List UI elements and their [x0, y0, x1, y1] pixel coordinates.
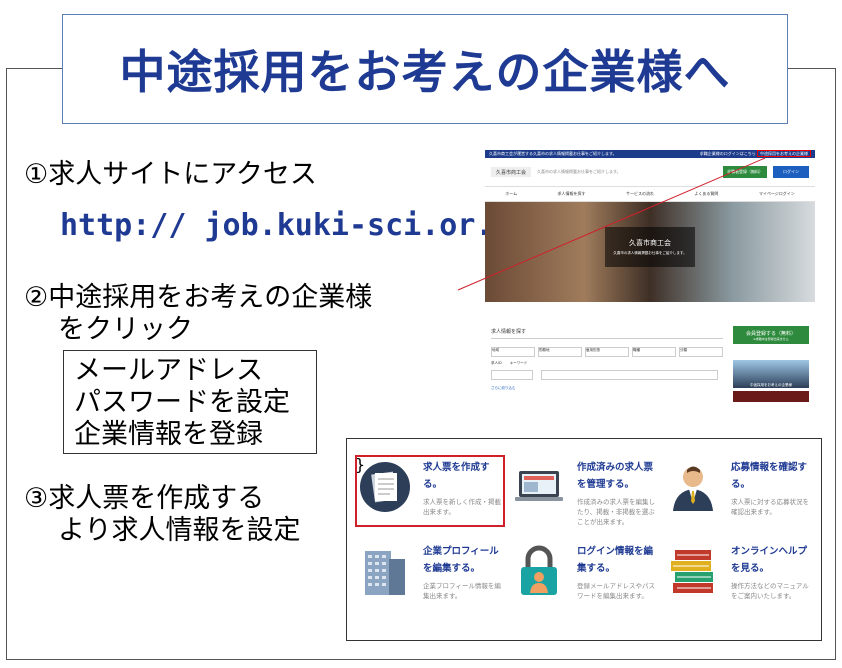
feature-edit-login[interactable]: ログイン情報を編集する。 登録メールアドレスやパスワードを編集出来ます。 — [509, 539, 659, 629]
feature-desc: 操作方法などのマニュアルをご案内いたします。 — [731, 582, 809, 600]
login-button[interactable]: ログイン — [773, 166, 809, 178]
hero-logo: 久喜市商工会 久喜市の求人情報掲載お仕事をご紹介します。 — [605, 227, 695, 267]
search-title: 求人情報を探す — [491, 328, 723, 339]
feature-title: オンラインヘルプを見る。 — [731, 546, 808, 574]
job-search-panel: 求人情報を探す 地域 勤務地 雇用形態 職種 分類 求人ID キーワード さらに… — [491, 328, 723, 402]
step-3-line1: ③求人票を作成する — [24, 483, 265, 514]
member-register-sub: ※求職中は登録出来ません — [753, 336, 789, 341]
office-building-icon — [365, 551, 405, 595]
step-2-line1: ②中途採用をお考えの企業様 — [24, 282, 373, 313]
select-job-type[interactable]: 職種 — [632, 347, 676, 357]
feature-title: 作成済みの求人票を管理する。 — [577, 462, 654, 490]
feature-title: ログイン情報を編集する。 — [577, 546, 654, 574]
mid-career-link[interactable]: 中途採用をお考えの企業様 — [757, 150, 811, 157]
hero-subtext: 久喜市の求人情報掲載お仕事をご紹介します。 — [613, 251, 687, 255]
info-line-email: メールアドレス — [74, 355, 263, 386]
hero-logo-text: 久喜市商工会 — [629, 239, 671, 247]
keyword-label: キーワード — [509, 361, 528, 365]
topbar-text: 久喜市商工会が運営する久喜市の求人情報掲載お仕事をご紹介します。 — [489, 151, 617, 156]
site-logo[interactable]: 久喜市商工会 — [491, 167, 531, 177]
info-line-company: 企業情報を登録 — [74, 419, 263, 450]
feature-edit-profile[interactable]: 企業プロフィールを編集する。 企業プロフィール情報を編集出来ます。 — [355, 539, 505, 629]
nav-mypage[interactable]: マイページログイン — [759, 191, 795, 197]
jobseeker-register-button[interactable]: 求職者登録（無料） — [723, 166, 767, 178]
keyword-input[interactable] — [541, 370, 718, 380]
step-1: ①求人サイトにアクセス — [24, 159, 317, 190]
step-2-line2: をクリック — [58, 314, 193, 345]
header-text: 久喜市の求人情報掲載お仕事をご紹介します。 — [537, 169, 621, 174]
feature-manage-jobs[interactable]: 作成済みの求人票を管理する。 作成済みの求人票を編集したり、掲載・非掲載を選ぶこ… — [509, 455, 659, 545]
create-job-highlight — [355, 455, 505, 527]
nav-home[interactable]: ホーム — [505, 191, 517, 197]
site-topbar: 久喜市商工会が運営する久喜市の求人情報掲載お仕事をご紹介します。 求職企業様のロ… — [485, 150, 815, 158]
feature-desc: 企業プロフィール情報を編集出来ます。 — [423, 582, 501, 600]
mid-career-banner[interactable]: 中途採用をお考えの企業様 — [733, 360, 809, 388]
member-register-button[interactable]: 会員登録する（無料） ※求職中は登録出来ません — [733, 326, 809, 344]
select-category[interactable]: 分類 — [679, 347, 723, 357]
nav-flow[interactable]: サービスの流れ — [626, 191, 654, 197]
books-icon — [671, 550, 713, 593]
laptop-icon — [515, 471, 563, 501]
feature-desc: 求人票に対する応募状況を確認出来ます。 — [731, 498, 809, 516]
select-area[interactable]: 地域 — [491, 347, 535, 357]
padlock-user-icon — [521, 545, 557, 595]
nav-faq[interactable]: よくある質問 — [694, 191, 718, 197]
hero-image: 久喜市商工会 久喜市の求人情報掲載お仕事をご紹介します。 — [485, 202, 815, 302]
info-box: メールアドレス パスワードを設定 企業情報を登録 — [63, 350, 317, 454]
feature-title: 企業プロフィールを編集する。 — [423, 546, 499, 574]
select-employment[interactable]: 雇用形態 — [585, 347, 629, 357]
topbar-login-link[interactable]: 求職企業様のログインはこちら — [700, 151, 756, 156]
title-box: 中途採用をお考えの企業様へ — [62, 14, 788, 124]
feature-online-help[interactable]: オンラインヘルプを見る。 操作方法などのマニュアルをご案内いたします。 — [663, 539, 813, 629]
site-nav: ホーム 求人情報を探す サービスの流れ よくある質問 マイページログイン — [485, 186, 815, 202]
info-line-password: パスワードを設定 — [74, 387, 290, 418]
job-id-input[interactable] — [491, 370, 533, 380]
step-3-line2: より求人情報を設定 — [58, 515, 301, 546]
side-banner[interactable] — [733, 391, 809, 402]
feature-check-applications[interactable]: 応募情報を確認する。 求人票に対する応募状況を確認出来ます。 — [663, 455, 813, 545]
nav-search[interactable]: 求人情報を探す — [558, 191, 586, 197]
member-register-label: 会員登録する（無料） — [745, 330, 796, 337]
feature-desc: 作成済みの求人票を編集したり、掲載・非掲載を選ぶことが出来ます。 — [577, 498, 655, 526]
feature-title: 応募情報を確認する。 — [731, 462, 808, 490]
more-filters-link[interactable]: さらに絞り込む — [491, 386, 723, 391]
page-title: 中途採用をお考えの企業様へ — [119, 45, 731, 99]
website-screenshot: 久喜市商工会が運営する久喜市の求人情報掲載お仕事をご紹介します。 求職企業様のロ… — [485, 150, 815, 402]
businessman-icon — [673, 466, 713, 511]
site-url-link[interactable]: http:// job.kuki-sci.or.jp — [60, 208, 530, 243]
site-header: 久喜市商工会 久喜市の求人情報掲載お仕事をご紹介します。 求職者登録（無料） ロ… — [485, 158, 815, 186]
job-id-label: 求人ID — [491, 361, 502, 365]
feature-desc: 登録メールアドレスやパスワードを編集出来ます。 — [577, 582, 655, 600]
select-location[interactable]: 勤務地 — [538, 347, 582, 357]
